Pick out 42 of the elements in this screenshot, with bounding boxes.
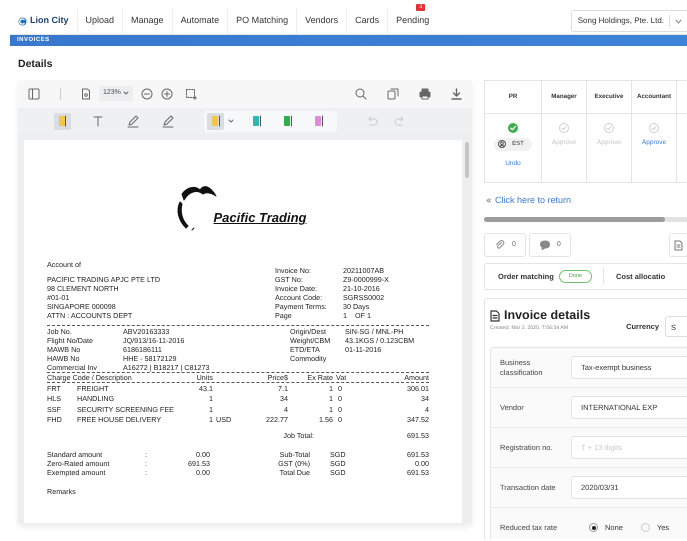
- return-link[interactable]: Click here to return: [486, 194, 687, 208]
- nav-tab[interactable]: Automate: [172, 8, 228, 34]
- print-icon[interactable]: [419, 88, 431, 100]
- caret-icon: [675, 18, 682, 24]
- nav-tab[interactable]: Vendors: [296, 8, 346, 34]
- zoom-out-icon[interactable]: [140, 88, 153, 100]
- highlight-icon: [312, 115, 324, 128]
- highlight-icon: [210, 115, 222, 128]
- annotation-tool[interactable]: [54, 112, 71, 130]
- text-tool-icon: [90, 114, 104, 128]
- zoom-in-icon[interactable]: [160, 88, 173, 100]
- comment-icon: [538, 239, 551, 252]
- copy-icon[interactable]: [387, 88, 399, 100]
- document-icon: [674, 240, 683, 251]
- color-highlight-tool[interactable]: [207, 112, 224, 130]
- scrollbar-thumb[interactable]: [465, 142, 469, 178]
- nav-tab[interactable]: PO Matching: [227, 8, 296, 34]
- document-icon: [490, 310, 500, 322]
- attachment-icon: [494, 239, 506, 252]
- nav-tab[interactable]: Upload: [76, 8, 122, 34]
- app-logo[interactable]: Lion City: [10, 8, 76, 34]
- pen-tool-icon: [160, 114, 174, 128]
- double-chevron-icon: [486, 198, 491, 203]
- document-button[interactable]: [669, 233, 687, 258]
- caret-icon[interactable]: [228, 119, 234, 124]
- page-icon[interactable]: [81, 88, 91, 100]
- company-name: Pacific Trading: [214, 213, 306, 222]
- card-title: Invoice details: [504, 308, 590, 324]
- user-icon: [498, 140, 506, 148]
- company-dropdown[interactable]: Song Holdings, Pte. Ltd.: [570, 10, 687, 32]
- highlight-icon: [282, 115, 294, 128]
- logo-icon: [18, 16, 27, 26]
- highlight-icon: [250, 115, 262, 128]
- search-icon[interactable]: [355, 88, 367, 100]
- caret-icon: [122, 90, 129, 94]
- sidebar-toggle-icon[interactable]: [28, 88, 40, 100]
- page-title: Details: [17, 57, 54, 72]
- selection-icon[interactable]: [184, 88, 197, 100]
- nav-tab[interactable]: Cards: [346, 8, 388, 34]
- nav-tab[interactable]: Manage: [122, 8, 172, 34]
- pen-tool-icon: [126, 114, 140, 128]
- download-icon[interactable]: [451, 88, 462, 100]
